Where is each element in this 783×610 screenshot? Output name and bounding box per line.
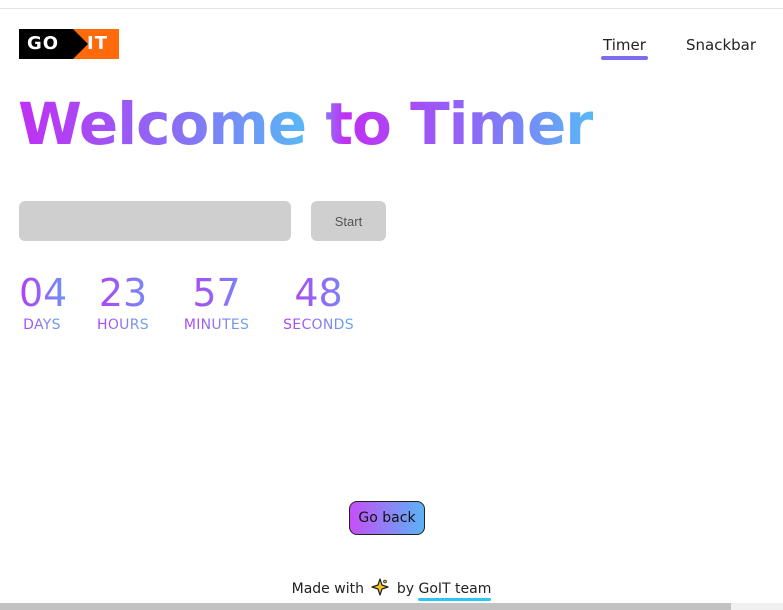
timer-unit-minutes: 57 MINUTES — [180, 270, 253, 334]
hours-value: 23 — [94, 270, 152, 316]
team-link-underline — [418, 598, 492, 601]
footer: Made with by GoIT team — [0, 578, 783, 601]
timer-unit-seconds: 48 SECONDS — [281, 270, 356, 334]
days-label: DAYS — [19, 316, 65, 334]
logo-go-text: GO — [27, 33, 60, 54]
nav-active-underline — [601, 56, 648, 60]
start-button[interactable]: Start — [311, 201, 386, 241]
sparkle-star-icon — [371, 578, 390, 596]
logo-arrow-shape — [73, 29, 88, 59]
minutes-value: 57 — [180, 270, 253, 316]
team-link-text: GoIT team — [418, 581, 492, 597]
go-back-button[interactable]: Go back — [349, 501, 425, 535]
footer-team-link[interactable]: GoIT team — [418, 581, 492, 601]
scrollbar-thumb[interactable] — [0, 603, 731, 610]
horizontal-scrollbar[interactable] — [0, 603, 783, 610]
footer-made-with: Made with — [291, 581, 364, 597]
nav-link-timer[interactable]: Timer — [603, 36, 646, 54]
seconds-value: 48 — [281, 270, 356, 316]
nav-link-snackbar[interactable]: Snackbar — [686, 36, 756, 54]
date-picker-input[interactable] — [19, 201, 291, 241]
days-value: 04 — [19, 271, 68, 315]
top-border — [0, 0, 783, 9]
hours-label: HOURS — [94, 316, 152, 334]
footer-by: by — [396, 581, 415, 597]
goit-logo[interactable]: GO IT — [19, 29, 119, 59]
minutes-label: MINUTES — [180, 316, 253, 334]
logo-it-text: IT — [87, 33, 108, 54]
timer-unit-days: 04 DAYS — [19, 270, 68, 334]
seconds-label: SECONDS — [281, 316, 356, 334]
page-title: Welcome to Timer — [18, 90, 594, 158]
timer-unit-hours: 23 HOURS — [94, 270, 152, 334]
